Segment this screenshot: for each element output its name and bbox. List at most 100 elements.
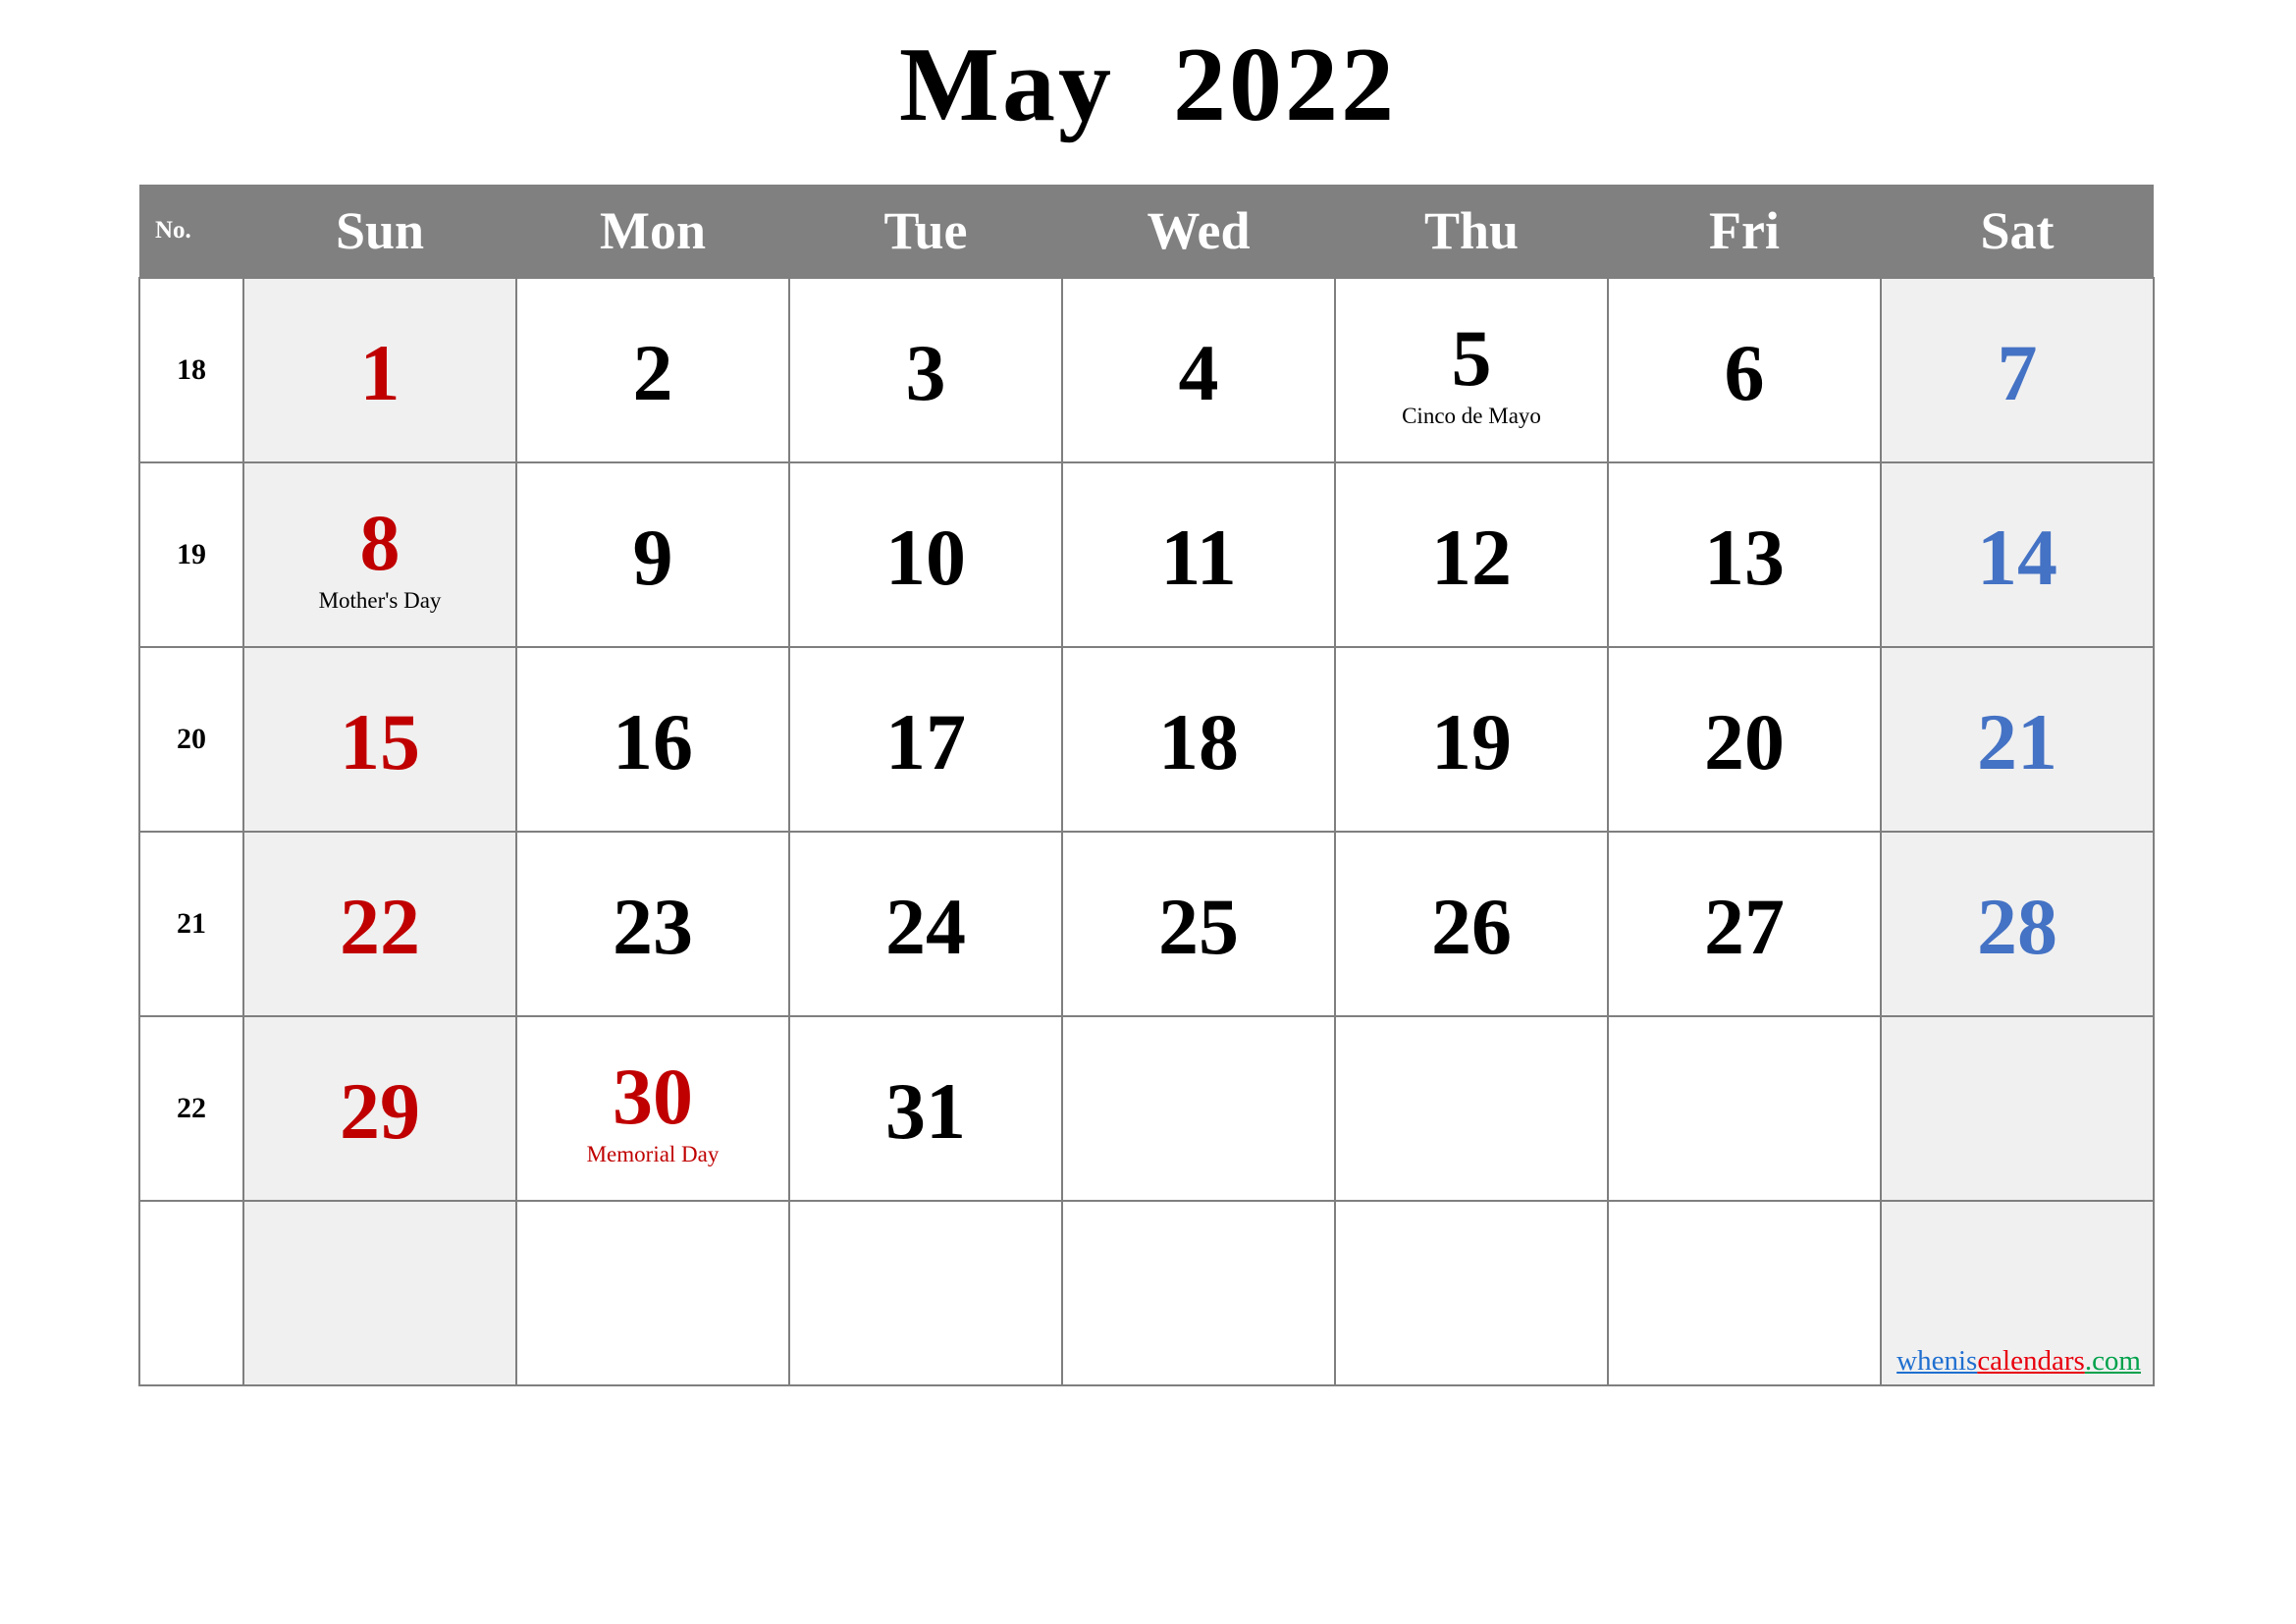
holiday-label: Memorial Day [586,1142,720,1166]
day-number: 5 [1451,313,1492,403]
calendar-week-row: 19 8 Mother's Day 9 10 11 12 13 14 [138,461,2155,648]
day-cell-content: 25 [1063,880,1334,968]
day-number: 10 [885,513,966,602]
day-cell-tue[interactable]: 24 [788,831,1063,1017]
day-cell-sat[interactable] [1880,1015,2155,1202]
day-number: 17 [885,697,966,786]
day-cell-fri[interactable]: 13 [1607,461,1882,648]
day-cell-wed[interactable]: 11 [1061,461,1336,648]
day-number: 24 [885,882,966,971]
day-number: 8 [359,498,400,587]
day-cell-sun[interactable] [242,1200,517,1386]
day-number: 27 [1704,882,1785,971]
day-cell-fri[interactable] [1607,1200,1882,1386]
day-cell-mon[interactable] [515,1200,790,1386]
week-number-cell: 20 [138,646,244,833]
day-cell-content: 15 [244,695,515,784]
day-cell-thu[interactable]: 19 [1334,646,1609,833]
day-cell-thu[interactable]: 12 [1334,461,1609,648]
day-cell-content [1609,1106,1880,1111]
day-number: 11 [1160,513,1237,602]
day-cell-content: 11 [1063,511,1334,599]
day-cell-mon[interactable]: 30 Memorial Day [515,1015,790,1202]
day-cell-sat[interactable]: 21 [1880,646,2155,833]
day-cell-wed[interactable]: 4 [1061,277,1336,463]
calendar-container: No. Sun Mon Tue Wed Thu Fri Sat 18 1 2 3 4 5 C… [138,185,2155,1386]
day-cell-mon[interactable]: 2 [515,277,790,463]
watermark-part-2: calendars [1977,1345,2085,1377]
day-cell-fri[interactable]: 27 [1607,831,1882,1017]
day-cell-content: 12 [1336,511,1607,599]
calendar-page: May 2022 No. Sun Mon Tue Wed Thu Fri Sat [0,0,2296,1624]
day-cell-content: 23 [517,880,788,968]
day-cell-content: 14 [1882,511,2153,599]
day-cell-wed[interactable] [1061,1200,1336,1386]
day-cell-content: 13 [1609,511,1880,599]
day-cell-sun[interactable]: 15 [242,646,517,833]
day-number: 26 [1431,882,1512,971]
day-number: 20 [1704,697,1785,786]
site-watermark[interactable]: wheniscalendars.com [1896,1345,2141,1377]
day-cell-thu[interactable] [1334,1015,1609,1202]
day-number: 22 [340,882,420,971]
day-cell-sun[interactable]: 1 [242,277,517,463]
day-cell-content: 7 [1882,326,2153,414]
day-header-mon: Mon [516,185,789,278]
day-cell-wed[interactable]: 25 [1061,831,1336,1017]
day-cell-content: 24 [790,880,1061,968]
day-cell-wed[interactable]: 18 [1061,646,1336,833]
watermark-part-3: .com [2084,1345,2141,1377]
day-cell-content: 1 [244,326,515,414]
day-number: 30 [613,1052,693,1141]
day-number: 21 [1977,697,2057,786]
day-cell-content [1063,1106,1334,1111]
day-header-fri: Fri [1608,185,1881,278]
day-cell-thu[interactable] [1334,1200,1609,1386]
day-cell-tue[interactable]: 3 [788,277,1063,463]
day-cell-content [244,1290,515,1296]
day-cell-fri[interactable]: 6 [1607,277,1882,463]
day-header-sun: Sun [243,185,516,278]
week-number-cell: 21 [138,831,244,1017]
day-cell-content: 28 [1882,880,2153,968]
day-cell-sat[interactable]: 14 [1880,461,2155,648]
day-cell-sun[interactable]: 29 [242,1015,517,1202]
day-cell-tue[interactable] [788,1200,1063,1386]
day-cell-content [517,1290,788,1296]
day-cell-fri[interactable] [1607,1015,1882,1202]
day-cell-sat[interactable]: 28 [1880,831,2155,1017]
day-cell-wed[interactable] [1061,1015,1336,1202]
day-cell-mon[interactable]: 16 [515,646,790,833]
day-cell-content [1336,1106,1607,1111]
day-number: 31 [885,1066,966,1156]
week-number-cell [138,1200,244,1386]
day-cell-content [1882,1290,2153,1296]
day-cell-sun[interactable]: 22 [242,831,517,1017]
day-cell-fri[interactable]: 20 [1607,646,1882,833]
day-cell-sun[interactable]: 8 Mother's Day [242,461,517,648]
day-cell-content [1609,1290,1880,1296]
day-cell-content [790,1290,1061,1296]
day-header-sat: Sat [1881,185,2154,278]
week-number-cell: 18 [138,277,244,463]
day-cell-sat[interactable]: 7 [1880,277,2155,463]
day-number: 28 [1977,882,2057,971]
day-cell-tue[interactable]: 31 [788,1015,1063,1202]
day-cell-tue[interactable]: 17 [788,646,1063,833]
day-cell-mon[interactable]: 23 [515,831,790,1017]
day-cell-thu[interactable]: 26 [1334,831,1609,1017]
day-cell-content: 2 [517,326,788,414]
day-cell-mon[interactable]: 9 [515,461,790,648]
day-number: 12 [1431,513,1512,602]
day-number: 19 [1431,697,1512,786]
day-cell-content: 21 [1882,695,2153,784]
day-number: 18 [1158,697,1239,786]
day-cell-content: 10 [790,511,1061,599]
day-cell-tue[interactable]: 10 [788,461,1063,648]
day-number: 14 [1977,513,2057,602]
calendar-week-row [138,1200,2155,1386]
day-cell-content: 16 [517,695,788,784]
calendar-week-row: 18 1 2 3 4 5 Cinco de Mayo 6 7 [138,277,2155,463]
day-cell-content: 30 Memorial Day [517,1050,788,1167]
day-cell-thu[interactable]: 5 Cinco de Mayo [1334,277,1609,463]
